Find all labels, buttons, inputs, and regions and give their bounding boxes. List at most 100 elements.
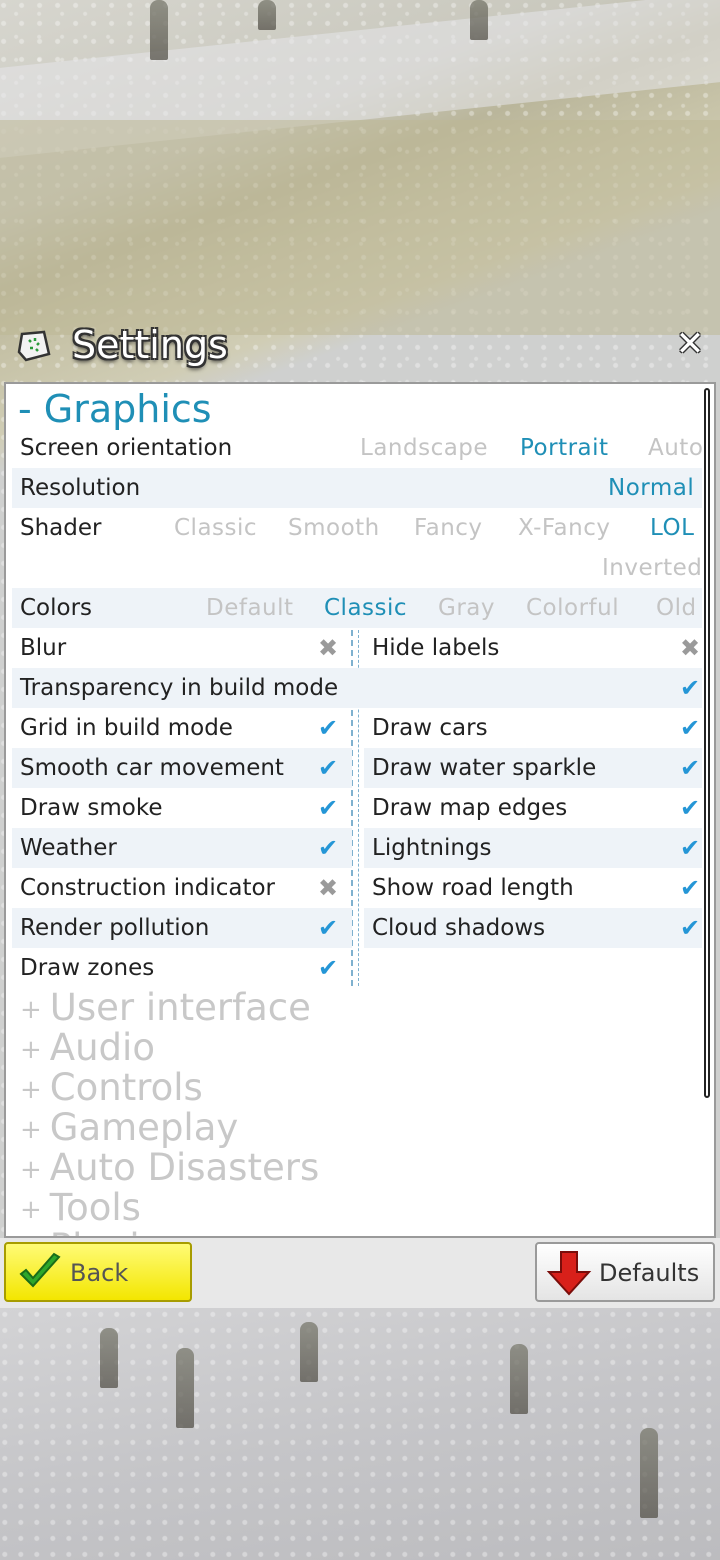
defaults-button-label: Defaults [599, 1259, 700, 1287]
toggle-label: Cloud shadows [372, 915, 546, 941]
orientation-option-portrait[interactable]: Portrait [520, 428, 609, 468]
orientation-option-auto[interactable]: Auto [648, 428, 703, 468]
checkbox-off-icon[interactable]: ✖ [314, 868, 342, 908]
expand-plus-icon: + [20, 994, 42, 1025]
resolution-label: Resolution [20, 475, 141, 501]
expand-plus-icon: + [20, 1154, 42, 1185]
graphics-section-header[interactable]: - Graphics [18, 386, 212, 432]
game-map-background-bottom [0, 1308, 720, 1560]
terrain-band [0, 120, 720, 335]
toggle-label: Lightnings [372, 835, 492, 861]
close-icon[interactable]: ✕ [672, 326, 708, 362]
checkbox-on-icon[interactable]: ✔ [676, 748, 704, 788]
toggle-draw-map-edges[interactable]: Draw map edges ✔ [364, 788, 702, 828]
expand-plus-icon: + [20, 1034, 42, 1065]
section-tools[interactable]: + Tools [20, 1188, 141, 1228]
toggle-label: Weather [20, 835, 117, 861]
tree [640, 1428, 658, 1518]
tree [470, 0, 488, 40]
section-auto-disasters[interactable]: + Auto Disasters [20, 1148, 319, 1188]
toggle-transparency-in-build-mode[interactable]: Transparency in build mode ✔ [12, 668, 702, 708]
toggle-blur[interactable]: Blur ✖ [12, 628, 352, 668]
shader-option-smooth[interactable]: Smooth [288, 508, 380, 548]
screen-orientation-row: Screen orientation Landscape Portrait Au… [12, 428, 703, 468]
shader-option-fancy[interactable]: Fancy [414, 508, 483, 548]
checkbox-on-icon[interactable]: ✔ [314, 948, 342, 988]
checkbox-on-icon[interactable]: ✔ [676, 908, 704, 948]
tree [300, 1322, 318, 1382]
shader-option-inverted[interactable]: Inverted [602, 548, 702, 588]
checkbox-on-icon[interactable]: ✔ [676, 708, 704, 748]
colors-option-old[interactable]: Old [656, 588, 697, 628]
checkbox-on-icon[interactable]: ✔ [676, 788, 704, 828]
toggle-label: Construction indicator [20, 875, 275, 901]
section-gameplay[interactable]: + Gameplay [20, 1108, 238, 1148]
back-button[interactable]: Back [4, 1242, 192, 1302]
checkbox-on-icon[interactable]: ✔ [676, 868, 704, 908]
toggle-draw-smoke[interactable]: Draw smoke ✔ [12, 788, 352, 828]
shader-label: Shader [20, 515, 102, 541]
checkbox-on-icon[interactable]: ✔ [676, 668, 704, 708]
tree [150, 0, 168, 60]
toggle-grid-in-build-mode[interactable]: Grid in build mode ✔ [12, 708, 352, 748]
resolution-value[interactable]: Normal [608, 468, 694, 508]
checkbox-on-icon[interactable]: ✔ [676, 828, 704, 868]
colors-row: Colors Default Classic Gray Colorful Old [12, 588, 702, 628]
toggle-cloud-shadows[interactable]: Cloud shadows ✔ [364, 908, 702, 948]
checkmark-icon [19, 1252, 61, 1288]
section-label: Tools [49, 1186, 141, 1229]
toggle-render-pollution[interactable]: Render pollution ✔ [12, 908, 352, 948]
checkbox-on-icon[interactable]: ✔ [314, 748, 342, 788]
toggle-draw-zones[interactable]: Draw zones ✔ [12, 948, 352, 988]
toggle-label: Render pollution [20, 915, 210, 941]
colors-label: Colors [20, 595, 93, 621]
section-user-interface[interactable]: + User interface [20, 988, 311, 1028]
checkbox-on-icon[interactable]: ✔ [314, 788, 342, 828]
toggle-hide-labels[interactable]: Hide labels ✖ [364, 628, 702, 668]
toggle-draw-cars[interactable]: Draw cars ✔ [364, 708, 702, 748]
colors-option-colorful[interactable]: Colorful [526, 588, 619, 628]
expand-plus-icon: + [20, 1114, 42, 1145]
orientation-option-landscape[interactable]: Landscape [360, 428, 488, 468]
toggle-label: Draw water sparkle [372, 755, 597, 781]
section-audio[interactable]: + Audio [20, 1028, 155, 1068]
checkbox-on-icon[interactable]: ✔ [314, 908, 342, 948]
toggle-label: Blur [20, 635, 67, 661]
toggle-label: Draw cars [372, 715, 488, 741]
toggle-label: Smooth car movement [20, 755, 284, 781]
section-label: Plugins [50, 1226, 183, 1237]
colors-option-default[interactable]: Default [206, 588, 294, 628]
checkbox-off-icon[interactable]: ✖ [314, 628, 342, 668]
shader-option-x-fancy[interactable]: X-Fancy [518, 508, 610, 548]
toggle-show-road-length[interactable]: Show road length ✔ [364, 868, 702, 908]
section-label: Controls [49, 1066, 203, 1109]
shader-option-classic[interactable]: Classic [174, 508, 257, 548]
scrollbar[interactable] [704, 388, 710, 1098]
toggle-draw-water-sparkle[interactable]: Draw water sparkle ✔ [364, 748, 702, 788]
checkbox-off-icon[interactable]: ✖ [676, 628, 704, 668]
defaults-button[interactable]: Defaults [535, 1242, 715, 1302]
expand-plus-icon: + [20, 1074, 42, 1105]
toggle-smooth-car-movement[interactable]: Smooth car movement ✔ [12, 748, 352, 788]
section-label: Auto Disasters [49, 1146, 320, 1189]
checkbox-on-icon[interactable]: ✔ [314, 708, 342, 748]
toggle-weather[interactable]: Weather ✔ [12, 828, 352, 868]
settings-box-icon [17, 330, 51, 362]
expand-plus-icon: + [20, 1194, 42, 1225]
section-controls[interactable]: + Controls [20, 1068, 203, 1108]
toggle-construction-indicator[interactable]: Construction indicator ✖ [12, 868, 352, 908]
window-title: Settings [72, 323, 228, 367]
section-label: Audio [49, 1026, 155, 1069]
tree [510, 1344, 528, 1414]
colors-option-classic[interactable]: Classic [324, 588, 407, 628]
toggle-lightnings[interactable]: Lightnings ✔ [364, 828, 702, 868]
toggle-label: Grid in build mode [20, 715, 233, 741]
section-plugins[interactable]: +Plugins [20, 1226, 183, 1237]
toggle-label: Draw zones [20, 955, 155, 981]
checkbox-on-icon[interactable]: ✔ [314, 828, 342, 868]
shader-option-lol[interactable]: LOL [650, 508, 694, 548]
settings-panel[interactable]: - Graphics Screen orientation Landscape … [4, 382, 716, 1238]
colors-option-gray[interactable]: Gray [438, 588, 495, 628]
section-label: Gameplay [49, 1106, 239, 1149]
toggle-label: Transparency in build mode [20, 675, 339, 701]
